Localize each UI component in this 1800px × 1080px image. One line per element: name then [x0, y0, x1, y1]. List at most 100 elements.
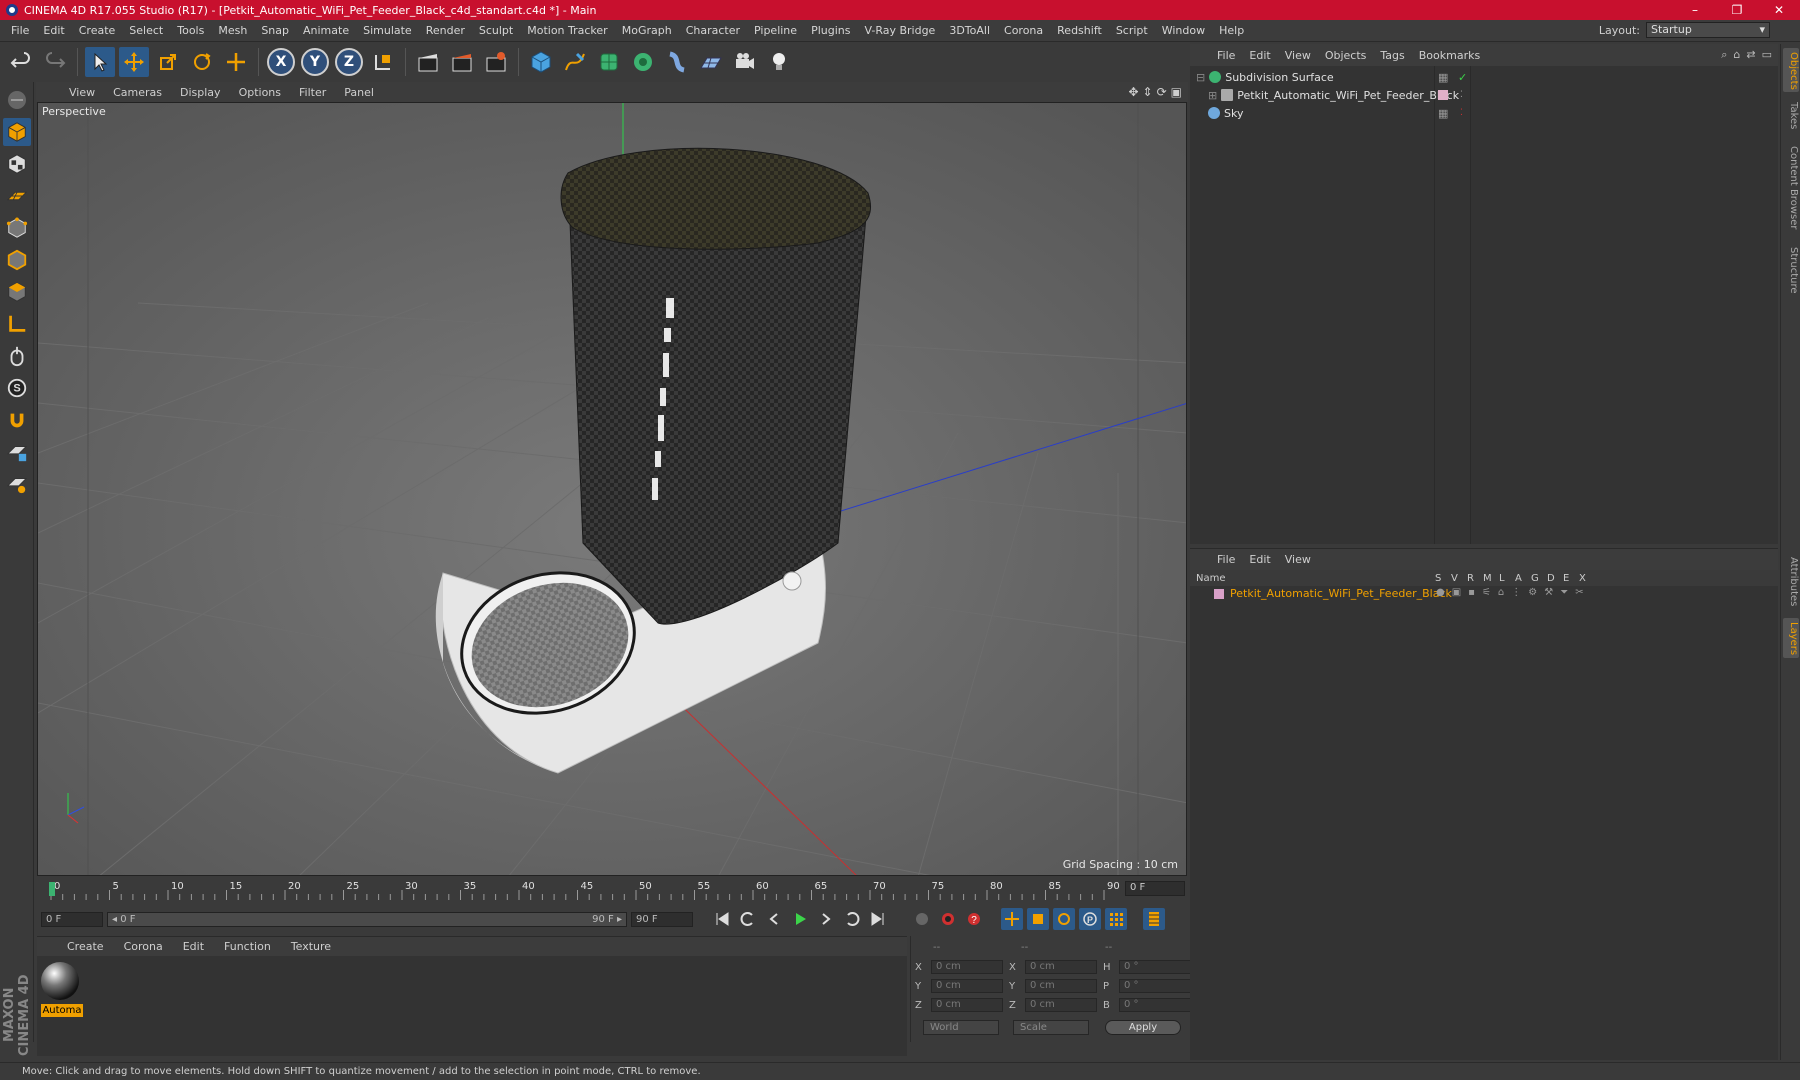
- layer-col-deformers[interactable]: D: [1547, 573, 1555, 584]
- menu-help[interactable]: Help: [1212, 24, 1251, 37]
- rotation-p-field[interactable]: 0 °: [1119, 979, 1191, 993]
- layer-row-petkit[interactable]: Petkit_Automatic_WiFi_Pet_Feeder_Black ●…: [1190, 586, 1778, 603]
- key-pla-button[interactable]: [1105, 908, 1127, 930]
- menu-select[interactable]: Select: [122, 24, 170, 37]
- grid-settings-button[interactable]: [3, 470, 31, 498]
- object-menu-view[interactable]: View: [1278, 49, 1318, 62]
- menu-simulate[interactable]: Simulate: [356, 24, 419, 37]
- layer-menu-file[interactable]: File: [1210, 553, 1242, 566]
- perspective-viewport[interactable]: Perspective Grid Spacing : 10 cm: [37, 102, 1187, 876]
- rotation-b-field[interactable]: 0 °: [1119, 998, 1191, 1012]
- layer-col-view[interactable]: V: [1451, 573, 1458, 584]
- menu-file[interactable]: File: [4, 24, 36, 37]
- material-menu-create[interactable]: Create: [57, 940, 114, 953]
- render-dot-icon[interactable]: ⁚: [1460, 108, 1463, 118]
- rotate-tool-button[interactable]: [187, 47, 217, 77]
- edges-mode-button[interactable]: [3, 246, 31, 274]
- layer-menu-edit[interactable]: Edit: [1242, 553, 1277, 566]
- coordinate-mode-select[interactable]: World: [923, 1020, 999, 1035]
- key-parameter-button[interactable]: P: [1079, 908, 1101, 930]
- menu-vray-bridge[interactable]: V-Ray Bridge: [857, 24, 942, 37]
- playhead-marker[interactable]: [49, 882, 55, 896]
- home-icon[interactable]: ⌂: [1733, 48, 1740, 62]
- layout-select[interactable]: Startup: [1646, 22, 1770, 38]
- tab-layers[interactable]: Layers: [1783, 618, 1799, 658]
- maximize-button[interactable]: ❐: [1716, 0, 1758, 20]
- play-button[interactable]: [789, 908, 811, 930]
- polygons-mode-button[interactable]: [3, 278, 31, 306]
- enabled-check-icon[interactable]: ✓: [1458, 71, 1467, 84]
- object-menu-bookmarks[interactable]: Bookmarks: [1412, 49, 1487, 62]
- pan-icon[interactable]: ✥: [1128, 85, 1138, 99]
- add-camera-button[interactable]: [730, 47, 760, 77]
- tree-expand-icon[interactable]: ⊞: [1208, 89, 1217, 102]
- coordinate-system-button[interactable]: [368, 47, 398, 77]
- render-settings-button[interactable]: [481, 47, 511, 77]
- menu-window[interactable]: Window: [1155, 24, 1212, 37]
- snap-button[interactable]: S: [3, 374, 31, 402]
- magnet-button[interactable]: [3, 406, 31, 434]
- menu-render[interactable]: Render: [419, 24, 472, 37]
- viewport-menu-filter[interactable]: Filter: [290, 86, 335, 99]
- size-z-field[interactable]: 0 cm: [1025, 998, 1097, 1012]
- undo-button[interactable]: [6, 47, 36, 77]
- layer-col-manager[interactable]: M: [1483, 573, 1492, 584]
- position-z-field[interactable]: 0 cm: [931, 998, 1003, 1012]
- tab-attributes[interactable]: Attributes: [1783, 552, 1799, 612]
- tab-objects[interactable]: Objects: [1783, 48, 1799, 92]
- add-cube-button[interactable]: [526, 47, 556, 77]
- orbit-icon[interactable]: ⟳: [1157, 85, 1167, 99]
- size-y-field[interactable]: 0 cm: [1025, 979, 1097, 993]
- add-mograph-button[interactable]: [628, 47, 658, 77]
- minimize-button[interactable]: –: [1674, 0, 1716, 20]
- object-menu-edit[interactable]: Edit: [1242, 49, 1277, 62]
- zoom-icon[interactable]: ⇕: [1143, 85, 1153, 99]
- menu-mograph[interactable]: MoGraph: [615, 24, 679, 37]
- layer-col-generators[interactable]: G: [1531, 573, 1539, 584]
- add-deformer-button[interactable]: [662, 47, 692, 77]
- visibility-editor-icon[interactable]: ▦: [1438, 71, 1448, 84]
- current-frame-field[interactable]: 0 F: [1125, 881, 1185, 896]
- layer-color-icon[interactable]: [1438, 90, 1448, 100]
- layer-col-name[interactable]: Name: [1196, 573, 1226, 584]
- menu-3dtoall[interactable]: 3DToAll: [942, 24, 997, 37]
- rotation-h-field[interactable]: 0 °: [1119, 960, 1191, 974]
- live-selection-button[interactable]: [221, 47, 251, 77]
- add-floor-button[interactable]: [696, 47, 726, 77]
- next-frame-button[interactable]: [815, 908, 837, 930]
- layer-col-expressions[interactable]: E: [1563, 573, 1569, 584]
- layer-col-animation[interactable]: A: [1515, 573, 1522, 584]
- tab-content-browser[interactable]: Content Browser: [1783, 140, 1799, 236]
- model-mode-button[interactable]: [3, 118, 31, 146]
- menu-script[interactable]: Script: [1109, 24, 1155, 37]
- texture-mode-button[interactable]: [3, 150, 31, 178]
- x-axis-button[interactable]: X: [266, 47, 296, 77]
- layer-col-xref[interactable]: X: [1579, 573, 1586, 584]
- layer-name[interactable]: Petkit_Automatic_WiFi_Pet_Feeder_Black: [1230, 587, 1452, 600]
- material-menu-edit[interactable]: Edit: [173, 940, 214, 953]
- go-to-end-button[interactable]: [867, 908, 889, 930]
- autokey-button[interactable]: ?: [963, 908, 985, 930]
- layer-col-locked[interactable]: L: [1499, 573, 1505, 584]
- object-menu-file[interactable]: File: [1210, 49, 1242, 62]
- add-nurbs-button[interactable]: [594, 47, 624, 77]
- timeline-window-button[interactable]: [1143, 908, 1165, 930]
- key-rotation-button[interactable]: [1053, 908, 1075, 930]
- menu-create[interactable]: Create: [72, 24, 123, 37]
- tab-structure[interactable]: Structure: [1783, 242, 1799, 298]
- navigate-icon[interactable]: ⇄: [1746, 48, 1755, 62]
- render-dot-icon[interactable]: ⁚: [1460, 90, 1463, 100]
- previous-key-button[interactable]: [737, 908, 759, 930]
- maximize-view-icon[interactable]: ▣: [1171, 85, 1182, 99]
- layer-color-swatch[interactable]: [1214, 589, 1224, 599]
- render-view-button[interactable]: [413, 47, 443, 77]
- key-position-button[interactable]: [1001, 908, 1023, 930]
- previous-frame-button[interactable]: [763, 908, 785, 930]
- menu-pipeline[interactable]: Pipeline: [747, 24, 804, 37]
- apply-button[interactable]: Apply: [1105, 1020, 1181, 1035]
- select-tool-button[interactable]: [85, 47, 115, 77]
- axis-mode-button[interactable]: [3, 310, 31, 338]
- tree-collapse-icon[interactable]: ⊟: [1196, 71, 1205, 84]
- menu-character[interactable]: Character: [679, 24, 747, 37]
- menu-edit[interactable]: Edit: [36, 24, 71, 37]
